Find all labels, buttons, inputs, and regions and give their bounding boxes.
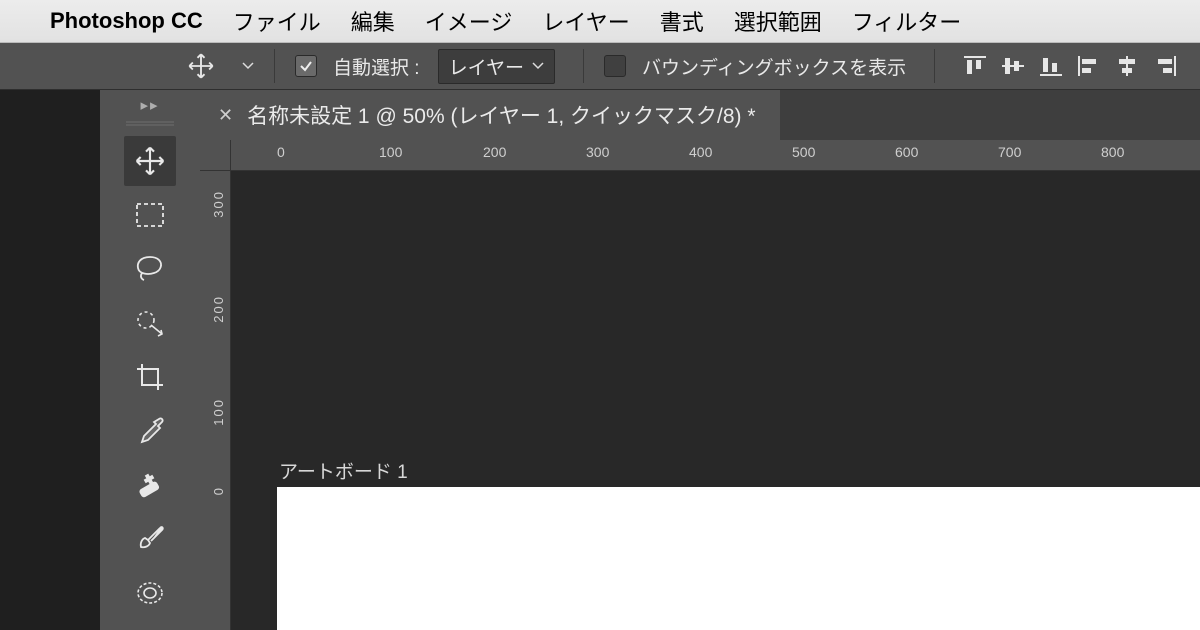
- align-hcenter-icon[interactable]: [1115, 55, 1139, 77]
- rect-marquee-tool[interactable]: [124, 190, 176, 240]
- show-bbox-checkbox[interactable]: [604, 55, 626, 77]
- vruler-tick: 200: [211, 295, 226, 323]
- vruler-tick: 300: [211, 190, 226, 218]
- quick-select-tool[interactable]: [124, 298, 176, 348]
- hruler-tick: 200: [483, 144, 506, 160]
- chevron-down-icon: [532, 62, 544, 70]
- auto-select-target-value: レイヤー: [449, 53, 524, 80]
- mac-menubar: Photoshop CC ファイル 編集 イメージ レイヤー 書式 選択範囲 フ…: [0, 0, 1200, 43]
- menu-layer[interactable]: レイヤー: [542, 5, 629, 37]
- align-top-icon[interactable]: [963, 55, 987, 77]
- panel-area: ▸▸: [100, 90, 1200, 630]
- document-area: ✕ 名称未設定 1 @ 50% (レイヤー 1, クイックマスク/8) * 30…: [200, 90, 1200, 630]
- toolbox-collapse-icon[interactable]: ▸▸: [140, 96, 159, 114]
- left-gutter: [0, 90, 100, 630]
- toolbox: ▸▸: [100, 90, 200, 630]
- hruler-tick: 800: [1101, 144, 1124, 160]
- app-name[interactable]: Photoshop CC: [50, 8, 203, 34]
- hruler-tick: 700: [998, 144, 1021, 160]
- move-tool[interactable]: [124, 136, 176, 186]
- workspace: ▸▸: [0, 90, 1200, 630]
- menu-image[interactable]: イメージ: [425, 5, 513, 37]
- tool-preset-dropdown-icon[interactable]: [242, 62, 254, 70]
- artboard[interactable]: [277, 487, 1200, 630]
- auto-select-target-dropdown[interactable]: レイヤー: [438, 49, 555, 84]
- menu-edit[interactable]: 編集: [351, 5, 395, 37]
- hruler-tick: 300: [586, 144, 609, 160]
- document-tab[interactable]: ✕ 名称未設定 1 @ 50% (レイヤー 1, クイックマスク/8) *: [200, 90, 780, 140]
- align-right-icon[interactable]: [1153, 55, 1177, 77]
- document-tab-row: ✕ 名称未設定 1 @ 50% (レイヤー 1, クイックマスク/8) *: [200, 90, 1200, 140]
- eyedropper-tool[interactable]: [124, 406, 176, 456]
- menu-type[interactable]: 書式: [660, 5, 704, 37]
- canvas-wrap: 300 200 100 0 0 100 200 300 400 500 600 …: [200, 140, 1200, 630]
- separator: [583, 49, 584, 83]
- separator: [274, 49, 275, 83]
- align-buttons-group: [963, 55, 1177, 77]
- hruler-tick: 0: [277, 144, 285, 160]
- menu-file[interactable]: ファイル: [233, 5, 321, 37]
- lasso-tool[interactable]: [124, 244, 176, 294]
- ruler-corner: [200, 140, 231, 171]
- align-vcenter-icon[interactable]: [1001, 55, 1025, 77]
- vertical-ruler[interactable]: 300 200 100 0: [200, 140, 231, 630]
- menu-filter[interactable]: フィルター: [852, 5, 962, 37]
- show-bbox-label: バウンディングボックスを表示: [642, 53, 906, 80]
- options-bar: 自動選択 : レイヤー バウンディングボックスを表示: [0, 43, 1200, 90]
- close-tab-icon[interactable]: ✕: [218, 105, 233, 126]
- crop-tool[interactable]: [124, 352, 176, 402]
- separator: [934, 49, 935, 83]
- menu-select[interactable]: 選択範囲: [734, 5, 822, 37]
- artboard-label[interactable]: アートボード 1: [279, 457, 408, 484]
- hruler-tick: 400: [689, 144, 712, 160]
- hruler-tick: 600: [895, 144, 918, 160]
- healing-brush-tool[interactable]: [124, 460, 176, 510]
- canvas[interactable]: アートボード 1: [231, 171, 1200, 630]
- brush-tool[interactable]: [124, 514, 176, 564]
- toolbox-grip[interactable]: [122, 116, 178, 126]
- hruler-tick: 100: [379, 144, 402, 160]
- hruler-tick: 500: [792, 144, 815, 160]
- align-left-icon[interactable]: [1077, 55, 1101, 77]
- horizontal-ruler[interactable]: 0 100 200 300 400 500 600 700 800: [231, 140, 1200, 171]
- active-tool-icon[interactable]: [180, 50, 222, 82]
- align-bottom-icon[interactable]: [1039, 55, 1063, 77]
- auto-select-label: 自動選択 :: [333, 53, 420, 80]
- document-tab-title: 名称未設定 1 @ 50% (レイヤー 1, クイックマスク/8) *: [247, 100, 755, 130]
- vruler-tick: 0: [211, 486, 226, 495]
- clone-stamp-tool[interactable]: [124, 568, 176, 618]
- vruler-tick: 100: [211, 398, 226, 426]
- auto-select-checkbox[interactable]: [295, 55, 317, 77]
